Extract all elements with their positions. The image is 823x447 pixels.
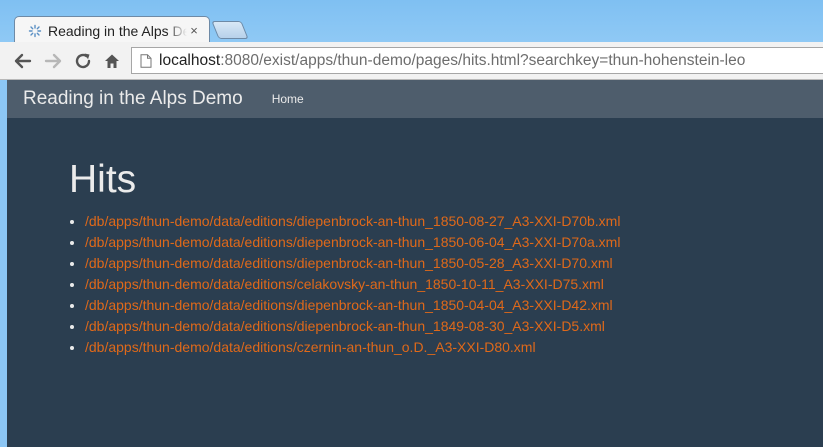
- navbar-brand[interactable]: Reading in the Alps Demo: [23, 88, 243, 110]
- tab-title: Reading in the Alps Demo: [48, 22, 187, 39]
- arrow-right-icon: [44, 53, 62, 69]
- hit-link[interactable]: /db/apps/thun-demo/data/editions/diepenb…: [85, 255, 613, 271]
- list-item: /db/apps/thun-demo/data/editions/diepenb…: [85, 295, 809, 316]
- list-item: /db/apps/thun-demo/data/editions/celakov…: [85, 274, 809, 295]
- arrow-left-icon: [14, 53, 32, 69]
- browser-window-border: [0, 80, 7, 447]
- hit-link[interactable]: /db/apps/thun-demo/data/editions/diepenb…: [85, 234, 620, 250]
- list-item: /db/apps/thun-demo/data/editions/diepenb…: [85, 232, 809, 253]
- web-page: Reading in the Alps Demo Home Hits /db/a…: [7, 80, 823, 447]
- page-icon: [140, 53, 152, 68]
- new-tab-button[interactable]: [211, 21, 249, 39]
- hit-link[interactable]: /db/apps/thun-demo/data/editions/celakov…: [85, 276, 604, 292]
- tab-strip: Reading in the Alps Demo ×: [0, 0, 823, 44]
- list-item: /db/apps/thun-demo/data/editions/diepenb…: [85, 211, 809, 232]
- url-host: localhost: [159, 51, 221, 69]
- url-path: :8080/exist/apps/thun-demo/pages/hits.ht…: [220, 51, 746, 69]
- main-content: Hits /db/apps/thun-demo/data/editions/di…: [69, 160, 809, 358]
- address-bar[interactable]: localhost:8080/exist/apps/thun-demo/page…: [131, 47, 823, 74]
- list-item: /db/apps/thun-demo/data/editions/czernin…: [85, 337, 809, 358]
- reload-icon: [75, 53, 91, 69]
- home-button[interactable]: [102, 51, 122, 71]
- reload-button[interactable]: [73, 51, 93, 71]
- browser-toolbar: localhost:8080/exist/apps/thun-demo/page…: [0, 42, 823, 80]
- home-icon: [105, 54, 119, 68]
- forward-button[interactable]: [43, 51, 63, 71]
- loading-favicon-icon: [28, 24, 42, 37]
- site-navbar: Reading in the Alps Demo Home: [7, 80, 823, 118]
- hit-link[interactable]: /db/apps/thun-demo/data/editions/diepenb…: [85, 297, 613, 313]
- list-item: /db/apps/thun-demo/data/editions/diepenb…: [85, 316, 809, 337]
- hit-link[interactable]: /db/apps/thun-demo/data/editions/diepenb…: [85, 318, 605, 334]
- list-item: /db/apps/thun-demo/data/editions/diepenb…: [85, 253, 809, 274]
- page-title: Hits: [69, 158, 137, 201]
- browser-tab[interactable]: Reading in the Alps Demo ×: [14, 16, 210, 44]
- tab-close-icon[interactable]: ×: [187, 23, 201, 38]
- hit-link[interactable]: /db/apps/thun-demo/data/editions/czernin…: [85, 339, 536, 355]
- nav-link-home[interactable]: Home: [272, 92, 304, 106]
- hit-link[interactable]: /db/apps/thun-demo/data/editions/diepenb…: [85, 213, 620, 229]
- hits-list: /db/apps/thun-demo/data/editions/diepenb…: [69, 211, 809, 358]
- url-text: localhost:8080/exist/apps/thun-demo/page…: [159, 52, 745, 70]
- back-button[interactable]: [13, 51, 33, 71]
